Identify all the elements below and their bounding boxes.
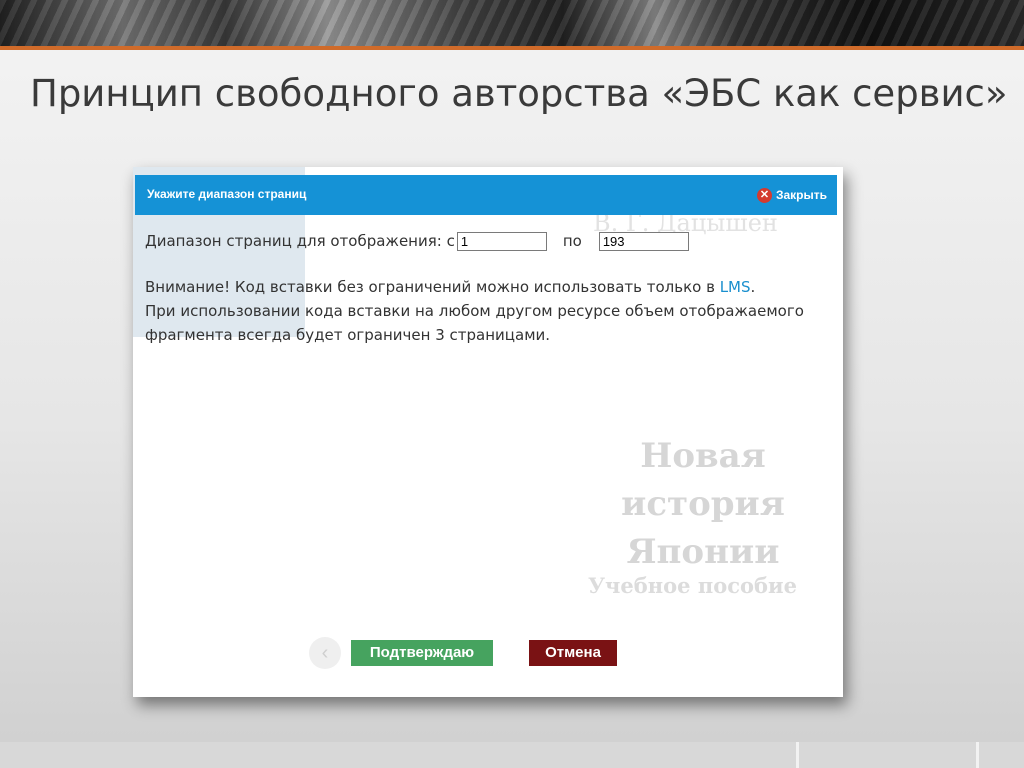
footer-strip <box>0 742 1024 768</box>
notice-limit-text: При использовании кода вставки на любом … <box>145 302 804 344</box>
range-label: Диапазон страниц для отображения: с <box>145 232 455 250</box>
slide-title: Принцип свободного авторства «ЭБС как се… <box>30 72 1008 115</box>
range-to-input[interactable] <box>598 231 689 251</box>
cancel-button[interactable]: Отмена <box>529 640 617 666</box>
confirm-button[interactable]: Подтверждаю <box>351 640 493 666</box>
close-button[interactable]: ✕ Закрыть <box>756 186 827 204</box>
dialog-header: Укажите диапазон страниц ✕ Закрыть <box>135 175 837 215</box>
banner-accent-line <box>0 46 1024 50</box>
notice-text: Внимание! Код вставки без ограничений мо… <box>145 278 715 296</box>
close-label: Закрыть <box>775 188 827 202</box>
notice-limit-period: . <box>545 326 551 344</box>
page-range-dialog: Укажите диапазон страниц ✕ Закрыть Диапа… <box>135 175 837 687</box>
dialog-title: Укажите диапазон страниц <box>147 187 307 201</box>
page-range-row: Диапазон страниц для отображения: с по <box>145 229 835 253</box>
close-circle-icon: ✕ <box>756 187 772 203</box>
dialog-body: Диапазон страниц для отображения: с по В… <box>145 229 835 347</box>
range-from-input[interactable] <box>456 231 547 251</box>
screenshot-frame: В. Г. Дацышен Новая история Японии Учебн… <box>133 167 843 697</box>
embed-notice: Внимание! Код вставки без ограничений мо… <box>145 275 835 347</box>
lms-link[interactable]: LMS <box>720 278 751 296</box>
header-banner-image <box>0 0 1024 46</box>
notice-period: . <box>750 278 756 296</box>
range-to-label: по <box>562 232 582 250</box>
